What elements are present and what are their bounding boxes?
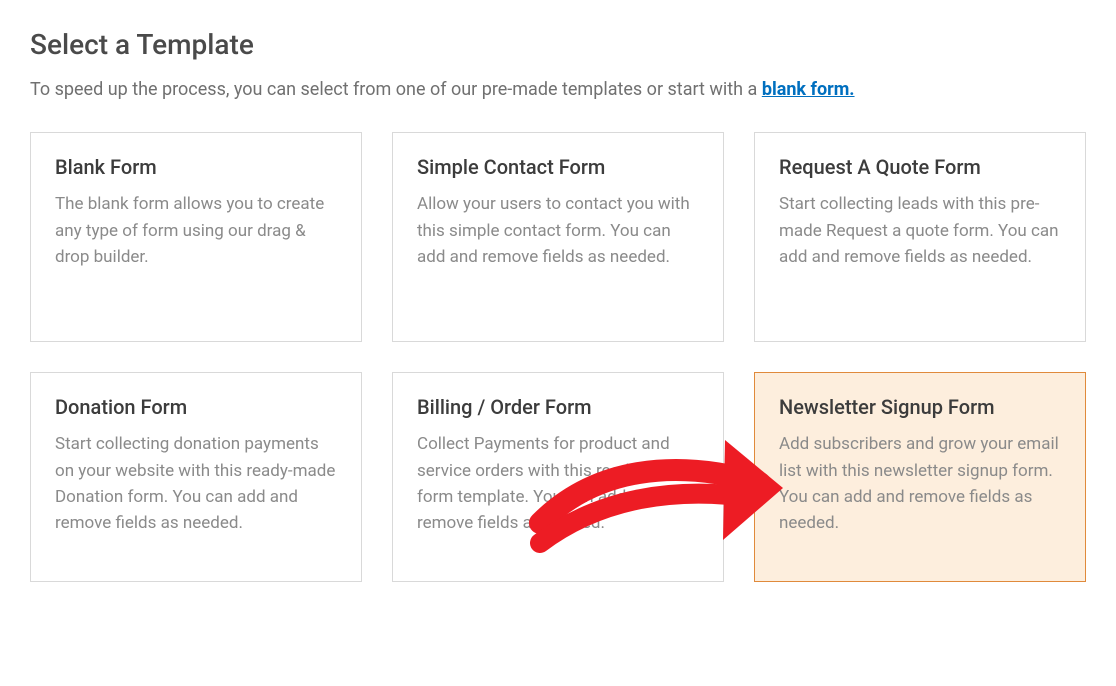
subtext-prefix: To speed up the process, you can select … xyxy=(30,79,762,100)
template-grid: Blank Form The blank form allows you to … xyxy=(30,132,1086,582)
template-card-simple-contact[interactable]: Simple Contact Form Allow your users to … xyxy=(392,132,724,342)
template-title: Request A Quote Form xyxy=(779,155,1061,179)
template-title: Donation Form xyxy=(55,395,337,419)
page-title: Select a Template xyxy=(30,28,1086,61)
page-subtext: To speed up the process, you can select … xyxy=(30,77,1086,102)
template-desc: Allow your users to contact you with thi… xyxy=(417,191,699,270)
blank-form-link[interactable]: blank form. xyxy=(762,79,855,100)
template-title: Blank Form xyxy=(55,155,337,179)
template-card-request-quote[interactable]: Request A Quote Form Start collecting le… xyxy=(754,132,1086,342)
template-desc: Start collecting leads with this pre-mad… xyxy=(779,191,1061,270)
template-desc: Collect Payments for product and service… xyxy=(417,431,699,536)
template-card-blank-form[interactable]: Blank Form The blank form allows you to … xyxy=(30,132,362,342)
template-title: Newsletter Signup Form xyxy=(779,395,1061,419)
template-desc: Add subscribers and grow your email list… xyxy=(779,431,1061,536)
template-desc: Start collecting donation payments on yo… xyxy=(55,431,337,536)
template-card-newsletter-signup[interactable]: Newsletter Signup Form Add subscribers a… xyxy=(754,372,1086,582)
template-card-donation[interactable]: Donation Form Start collecting donation … xyxy=(30,372,362,582)
template-title: Billing / Order Form xyxy=(417,395,699,419)
template-card-billing-order[interactable]: Billing / Order Form Collect Payments fo… xyxy=(392,372,724,582)
template-desc: The blank form allows you to create any … xyxy=(55,191,337,270)
template-title: Simple Contact Form xyxy=(417,155,699,179)
